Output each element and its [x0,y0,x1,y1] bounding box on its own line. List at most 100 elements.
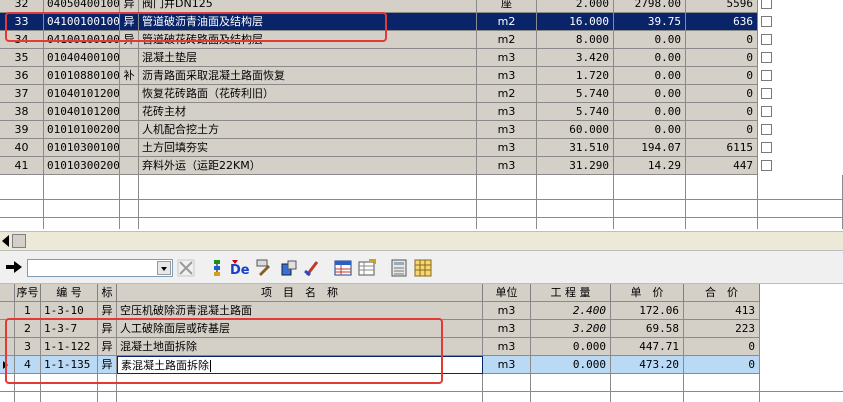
grid-sheet-icon[interactable] [414,259,432,277]
cell-price[interactable]: 0.00 [614,49,686,67]
delete-x-icon[interactable] [177,259,195,277]
table-row[interactable]: 2 1-3-7 异人工破除面层或砖基层 m3 3.200 69.58 223 [0,320,843,338]
cell-qty[interactable]: 8.000 [537,31,614,49]
cell-total[interactable]: 447 [686,157,758,175]
selected-table-row[interactable]: 33 041001001001 异管道破沥青油面及结构层 m2 16.000 39.75 6… [0,13,843,31]
cell-flag[interactable]: 异 [98,302,117,320]
cell-unit[interactable]: 座 [477,0,537,13]
name-edit-field[interactable]: 素混凝土路面拆除 [117,356,483,374]
cell-price[interactable]: 473.20 [611,356,684,374]
cell-flag[interactable]: 异 [120,0,139,13]
cell-qty[interactable]: 5.740 [537,103,614,121]
cell-qty[interactable]: 3.420 [537,49,614,67]
cell-price[interactable]: 0.00 [614,67,686,85]
cell-name[interactable]: 管道破花砖路面及结构层 [139,31,477,49]
cell-price[interactable]: 0.00 [614,103,686,121]
cell-name[interactable]: 花砖主材 [139,103,477,121]
cell-qty[interactable]: 16.000 [537,13,614,31]
table-row[interactable]: 37 010401012001 恢复花砖路面（花砖利旧） m2 5.740 0.00 0 [0,85,843,103]
horizontal-scrollbar[interactable] [0,231,843,251]
cell-name[interactable]: 土方回填夯实 [139,139,477,157]
cell-seq[interactable]: 38 [0,103,44,121]
cell-price[interactable]: 0.00 [614,85,686,103]
cell-total[interactable]: 0 [684,338,760,356]
de-icon[interactable]: De [230,259,252,277]
cell-seq[interactable]: 37 [0,85,44,103]
cell-seq[interactable]: 4 [15,356,41,374]
cell-unit[interactable]: m2 [477,31,537,49]
row-checkbox[interactable] [761,106,772,117]
cell-unit[interactable]: m3 [483,356,531,374]
cell-qty[interactable]: 3.200 [531,320,611,338]
cell-seq[interactable]: 2 [15,320,41,338]
cell-price[interactable]: 39.75 [614,13,686,31]
cell-qty[interactable]: 2.400 [531,302,611,320]
cell-unit[interactable]: m3 [477,49,537,67]
cell-price[interactable]: 447.71 [611,338,684,356]
table-row[interactable]: 39 010101002003 人机配合挖土方 m3 60.000 0.00 0 [0,121,843,139]
cell-qty[interactable]: 31.510 [537,139,614,157]
cell-code[interactable]: 1-3-7 [41,320,98,338]
cell-unit[interactable]: m3 [483,320,531,338]
cell-code[interactable]: 041001001002 [44,31,120,49]
cell-total[interactable]: 0 [684,356,760,374]
cell-name[interactable]: 恢复花砖路面（花砖利旧） [139,85,477,103]
table-row[interactable]: 36 010108801001 补沥青路面采取混凝土路面恢复 m3 1.720 0.00 0 [0,67,843,85]
cell-flag[interactable]: 异 [120,13,139,31]
table-row[interactable]: 3 1-1-122 异混凝土地面拆除 m3 0.000 447.71 0 [0,338,843,356]
cell-name[interactable]: 混凝土垫层 [139,49,477,67]
cell-code[interactable]: 1-1-122 [41,338,98,356]
row-checkbox[interactable] [761,70,772,81]
row-indicator[interactable] [0,356,15,374]
cell-name[interactable]: 人工破除面层或砖基层 [117,320,483,338]
table-row[interactable]: 40 010103001003 土方回填夯实 m3 31.510 194.07 6115 [0,139,843,157]
cell-seq[interactable]: 32 [0,0,44,13]
cell-total[interactable]: 5596 [686,0,758,13]
cell-price[interactable]: 194.07 [614,139,686,157]
cell-code[interactable]: 010103001003 [44,139,120,157]
cell-flag[interactable] [120,103,139,121]
cell-name[interactable]: 管道破沥青油面及结构层 [139,13,477,31]
cell-unit[interactable]: m3 [477,67,537,85]
table-row[interactable]: 1 1-3-10 异空压机破除沥青混凝土路面 m3 2.400 172.06 413 [0,302,843,320]
cell-qty[interactable]: 0.000 [531,338,611,356]
brush-icon[interactable] [303,259,321,277]
cell-flag[interactable] [120,139,139,157]
cell-seq[interactable]: 41 [0,157,44,175]
table-view-icon[interactable] [334,259,352,277]
header-name[interactable]: 项 目 名 称 [117,284,483,302]
cell-name[interactable]: 混凝土地面拆除 [117,338,483,356]
cell-unit[interactable]: m3 [477,157,537,175]
list-tree-icon[interactable] [208,259,226,277]
cell-price[interactable]: 69.58 [611,320,684,338]
cell-price[interactable]: 2798.00 [614,0,686,13]
row-checkbox[interactable] [761,34,772,45]
chevron-down-icon[interactable] [157,261,171,275]
cell-seq[interactable]: 34 [0,31,44,49]
cell-price[interactable]: 14.29 [614,157,686,175]
upper-items-grid[interactable]: 32 040504001009 异阀门井DN125 座 2.000 2798.00 5596… [0,0,843,229]
row-checkbox[interactable] [761,52,772,63]
cell-qty[interactable]: 2.000 [537,0,614,13]
filter-combobox[interactable] [27,259,173,277]
cell-total[interactable]: 0 [686,31,758,49]
cell-flag[interactable]: 异 [98,320,117,338]
cell-seq[interactable]: 36 [0,67,44,85]
edit-pen-icon[interactable] [256,259,274,277]
cell-unit[interactable]: m2 [477,13,537,31]
cell-price[interactable]: 0.00 [614,31,686,49]
cell-total[interactable]: 0 [686,49,758,67]
cell-unit[interactable]: m3 [483,302,531,320]
cell-price[interactable]: 172.06 [611,302,684,320]
cell-flag[interactable]: 异 [98,338,117,356]
cell-name[interactable]: 弃料外运（运距22KM） [139,157,477,175]
row-checkbox[interactable] [761,142,772,153]
row-checkbox[interactable] [761,160,772,171]
cell-flag[interactable]: 异 [120,31,139,49]
cell-flag[interactable] [120,49,139,67]
row-checkbox[interactable] [761,88,772,99]
cell-qty[interactable]: 1.720 [537,67,614,85]
replace-icon[interactable] [280,259,298,277]
cell-flag[interactable]: 补 [120,67,139,85]
header-price[interactable]: 单 价 [611,284,684,302]
